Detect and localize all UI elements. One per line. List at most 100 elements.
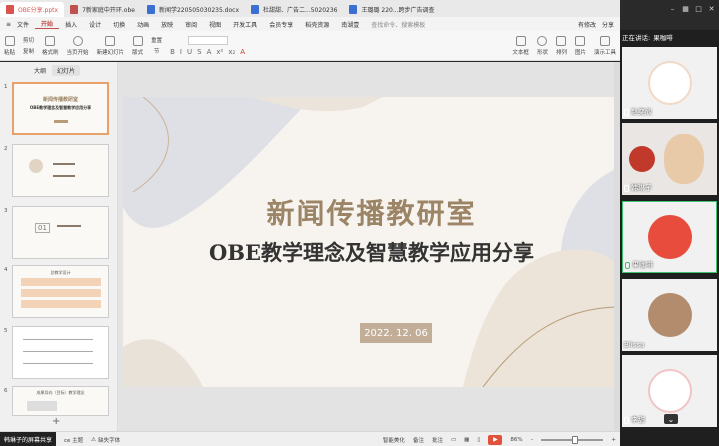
- paste-icon: [4, 35, 15, 46]
- tab-animation[interactable]: 动画: [131, 20, 155, 29]
- paste-button[interactable]: 粘贴: [4, 35, 15, 56]
- slide-date-badge[interactable]: 2022. 12. 06: [360, 323, 432, 343]
- bold-button[interactable]: B: [170, 48, 175, 56]
- presentation-tools-button[interactable]: 演示工具: [594, 35, 616, 56]
- theme-label[interactable]: ce 主题: [64, 436, 83, 444]
- play-from-current-label: 当页开始: [66, 49, 89, 56]
- grid-icon[interactable]: ▦: [680, 4, 691, 14]
- font-color-button[interactable]: A: [240, 48, 245, 56]
- format-painter-button[interactable]: 格式刷: [42, 35, 59, 56]
- italic-button[interactable]: I: [180, 48, 182, 56]
- slide-subtitle[interactable]: OBE教学理念及智慧教学应用分享: [123, 237, 620, 267]
- share-button[interactable]: 分享: [602, 20, 614, 29]
- slide-thumbnail-2[interactable]: [12, 144, 109, 197]
- missing-font-button[interactable]: ⚠ 缺失字体: [91, 436, 120, 444]
- shape-button[interactable]: 形状: [537, 35, 548, 56]
- slide-thumbnail-panel: 大纲 幻灯片 1 新闻传播教研室 OBE教学理念及智慧教学应用分享 2 3 01…: [0, 62, 118, 431]
- modified-indicator[interactable]: 有修改: [578, 20, 596, 29]
- zoom-in-icon[interactable]: +: [611, 437, 616, 443]
- normal-view-icon[interactable]: ▭: [451, 437, 456, 443]
- close-icon[interactable]: ✕: [706, 4, 717, 14]
- participant-tile[interactable]: 赵奕欣: [622, 47, 717, 119]
- file-menu[interactable]: ≡ 文件: [0, 20, 35, 29]
- docx-file-icon: [349, 5, 358, 14]
- section-button[interactable]: 节: [154, 47, 160, 55]
- tab-slideshow[interactable]: 放映: [155, 20, 179, 29]
- thumb-heading: 总教学设计: [50, 270, 71, 275]
- tab-start[interactable]: 开始: [35, 19, 60, 29]
- font-family-select[interactable]: [187, 35, 228, 45]
- tab-member[interactable]: 会员专享: [263, 20, 299, 29]
- scroll-down-icon[interactable]: ⌄: [664, 414, 678, 424]
- slide-canvas: 新闻传播教研室 OBE教学理念及智慧教学应用分享 2022. 12. 06: [118, 62, 620, 431]
- screen-share-label: 韩琳子的屏幕共享: [0, 432, 57, 446]
- zoom-slider-thumb[interactable]: [572, 435, 579, 444]
- tab-outline[interactable]: 大纲: [34, 66, 46, 75]
- sorter-view-icon[interactable]: ▦: [464, 437, 469, 443]
- thumb-title: 新闻传播教研室: [42, 97, 78, 103]
- slide-thumbnail-5[interactable]: [12, 326, 109, 379]
- new-slide-button[interactable]: 新建幻灯片: [97, 35, 124, 56]
- doc-tab-obe[interactable]: OBE分享.pptx: [0, 2, 65, 17]
- tab-developer[interactable]: 开发工具: [227, 20, 263, 29]
- slide-thumbnail-6[interactable]: 成果导向（目标）教学理念: [12, 386, 109, 416]
- zoom-slider[interactable]: [541, 435, 604, 444]
- arrange-button[interactable]: 排列: [556, 35, 567, 56]
- comments-button[interactable]: 批注: [432, 436, 443, 444]
- reading-view-icon[interactable]: ▯: [477, 437, 480, 443]
- status-right: 智能美化 备注 批注 ▭ ▦ ▯ ▶ 86% – +: [383, 432, 616, 446]
- reset-button[interactable]: 重置: [151, 36, 162, 44]
- doc-tab-5[interactable]: 王璐璐 220...跨步广告调查: [343, 2, 440, 17]
- thumb-diagram-line: [23, 363, 93, 364]
- slide-1[interactable]: 新闻传播教研室 OBE教学理念及智慧教学应用分享 2022. 12. 06: [123, 97, 620, 387]
- subscript-button[interactable]: x₂: [228, 48, 235, 56]
- tab-transition[interactable]: 切换: [107, 20, 131, 29]
- tab-review[interactable]: 审阅: [179, 20, 203, 29]
- participant-tile[interactable]: Blissa: [622, 279, 717, 351]
- minimize-icon[interactable]: –: [667, 4, 678, 14]
- window-icon[interactable]: □: [693, 4, 704, 14]
- add-slide-button[interactable]: +: [52, 416, 60, 427]
- slide-thumbnail-1[interactable]: 新闻传播教研室 OBE教学理念及智慧教学应用分享: [12, 82, 109, 135]
- zoom-out-icon[interactable]: –: [531, 437, 534, 443]
- participant-tile-active[interactable]: 果咖啡: [622, 201, 717, 273]
- tab-design[interactable]: 设计: [83, 20, 107, 29]
- slide-title[interactable]: 新闻传播教研室: [123, 192, 620, 232]
- play-from-current-button[interactable]: 当页开始: [66, 35, 89, 56]
- picture-label: 图片: [574, 49, 586, 56]
- search-commands[interactable]: 查找命令、搜索模板: [365, 20, 431, 29]
- notes-button[interactable]: 备注: [413, 436, 424, 444]
- tab-view[interactable]: 视图: [203, 20, 227, 29]
- strike-button[interactable]: S: [197, 48, 201, 56]
- font-warning-icon: ⚠: [91, 436, 97, 443]
- doc-tab-label: OBE分享.pptx: [18, 7, 59, 14]
- zoom-level[interactable]: 86%: [510, 437, 522, 443]
- tab-slides[interactable]: 幻灯片: [52, 64, 81, 76]
- participant-tile[interactable]: 韩琳子: [622, 123, 717, 195]
- slide-thumbnail-3[interactable]: 01: [12, 206, 109, 259]
- shadow-button[interactable]: A: [207, 48, 212, 56]
- thumb-section-number: 01: [35, 223, 50, 233]
- play-slideshow-button[interactable]: ▶: [488, 434, 503, 445]
- doc-tab-4[interactable]: 杜甜甜、广告二...5020236: [245, 2, 343, 17]
- play-icon: [72, 35, 83, 46]
- tab-insert[interactable]: 插入: [59, 20, 83, 29]
- app-window: OBE分享.pptx 7新家庭中开环.obe 新闻学220505030235.d…: [0, 0, 719, 446]
- doc-tab-2[interactable]: 7新家庭中开环.obe: [64, 2, 141, 17]
- picture-button[interactable]: 图片: [574, 35, 586, 56]
- tab-nanhu[interactable]: 南湖壹: [335, 20, 365, 29]
- smart-beautify-button[interactable]: 智能美化: [383, 436, 405, 444]
- tab-resources[interactable]: 稻壳资源: [299, 20, 335, 29]
- mic-icon: [624, 184, 629, 192]
- presentation-tools-icon: [599, 35, 610, 46]
- ribbon-right-actions: 有修改 分享: [578, 20, 620, 29]
- copy-button[interactable]: 复制: [23, 47, 34, 55]
- participant-label: 赵奕欣: [624, 107, 652, 117]
- underline-button[interactable]: U: [187, 48, 192, 56]
- doc-tab-3[interactable]: 新闻学220505030235.docx: [141, 2, 245, 17]
- textbox-button[interactable]: 文本框: [512, 35, 529, 56]
- slide-thumbnail-4[interactable]: 总教学设计: [12, 265, 109, 318]
- superscript-button[interactable]: x²: [216, 48, 223, 56]
- layout-button[interactable]: 版式: [132, 35, 143, 56]
- cut-button[interactable]: 剪切: [23, 36, 34, 44]
